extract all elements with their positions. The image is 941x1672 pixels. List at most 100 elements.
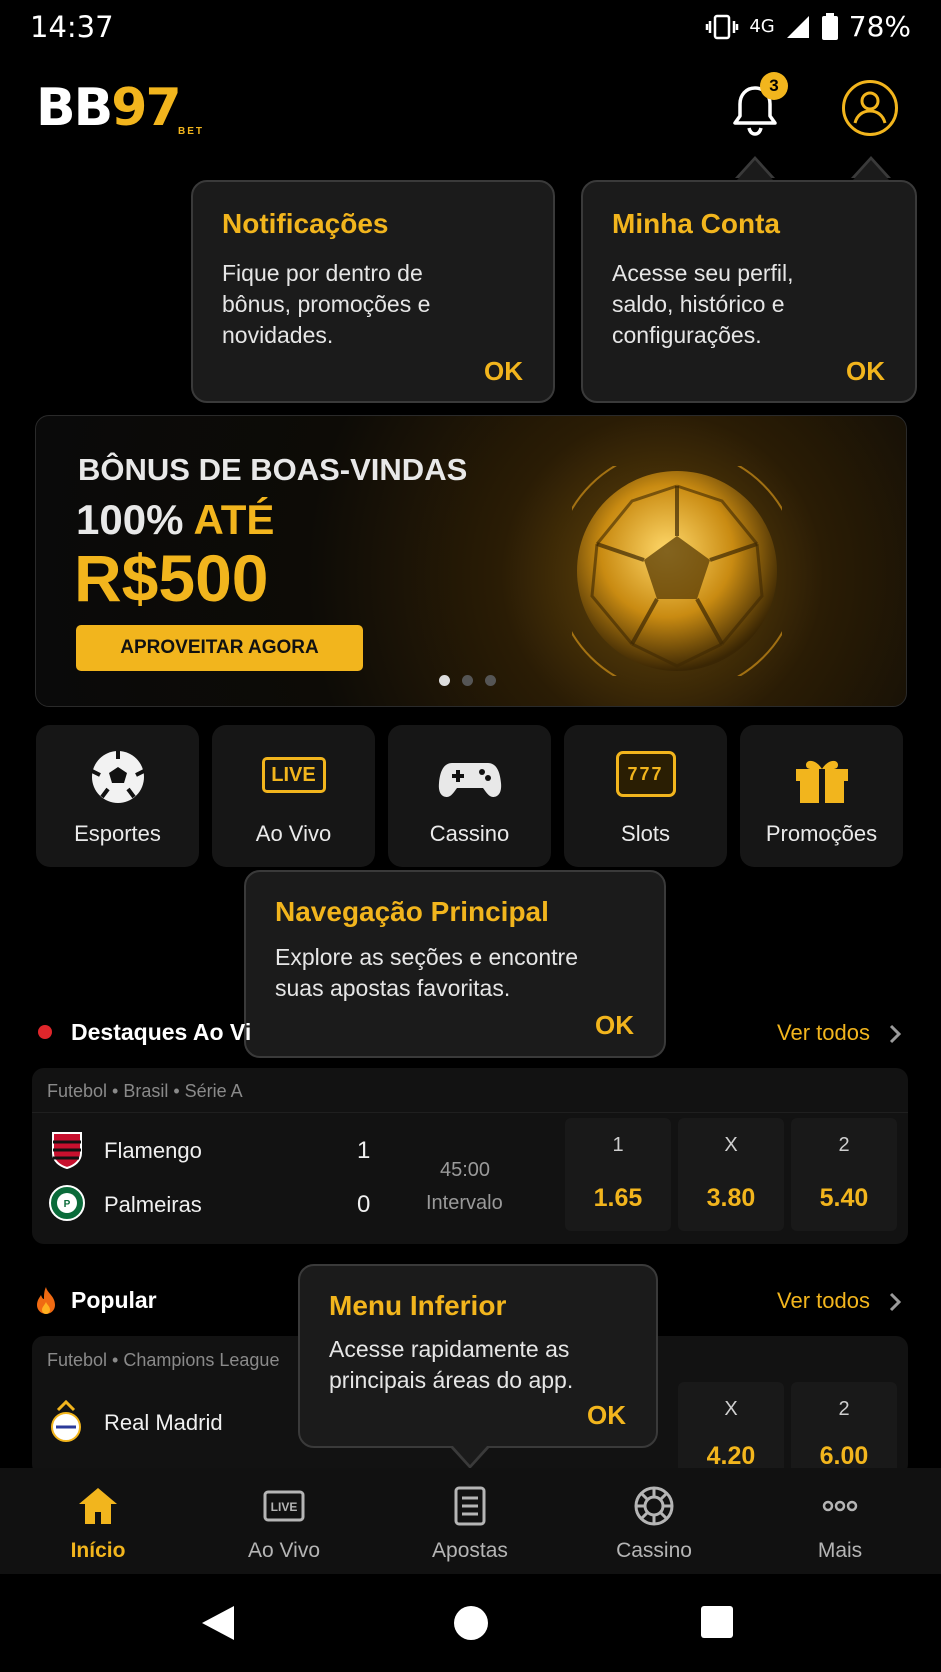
odd-draw-button[interactable]: X 4.20: [678, 1382, 784, 1476]
banner-subheading: 100% ATÉ: [76, 496, 274, 544]
league-label: Futebol • Champions League: [47, 1350, 280, 1370]
soccer-ball-icon: [90, 751, 145, 803]
tooltip-title: Navegação Principal: [275, 896, 549, 927]
match-time: 45:00: [440, 1159, 491, 1181]
battery-percent: 78%: [848, 10, 911, 43]
nav-inicio[interactable]: Início: [38, 1484, 158, 1563]
carousel-dot[interactable]: [462, 675, 473, 686]
bet-slip-icon: [454, 1486, 486, 1526]
odd-label: X: [724, 1134, 738, 1156]
promo-banner[interactable]: BÔNUS DE BOAS-VINDAS 100% ATÉ R$500 APRO…: [35, 415, 907, 707]
tooltip-ok-button[interactable]: OK: [846, 356, 885, 387]
home-score: 1: [357, 1137, 371, 1164]
nav-label: Ao Vivo: [248, 1539, 320, 1562]
brand-logo[interactable]: BB97: [36, 82, 182, 134]
odd-home-button[interactable]: 1 1.65: [565, 1118, 671, 1231]
slot-machine-icon: 777: [615, 751, 676, 797]
league-label: Futebol • Brasil • Série A: [47, 1081, 243, 1101]
logo-bb: BB: [36, 78, 113, 138]
live-tv-icon: LIVE: [263, 1490, 305, 1522]
fire-icon: [37, 1287, 55, 1314]
category-label: Promoções: [765, 821, 878, 846]
odd-draw-button[interactable]: X 3.80: [678, 1118, 784, 1231]
tooltip-line: configurações.: [612, 322, 762, 348]
category-cassino[interactable]: Cassino: [388, 725, 551, 867]
tooltip-line: saldo, histórico e: [612, 291, 785, 317]
banner-upto: ATÉ: [193, 496, 275, 543]
tooltip-line: principais áreas do app.: [329, 1367, 574, 1393]
odd-label: 2: [838, 1398, 850, 1420]
svg-text:LIVE: LIVE: [271, 1500, 298, 1514]
see-all-link[interactable]: Ver todos: [777, 1020, 870, 1046]
nav-mais[interactable]: Mais: [780, 1484, 900, 1563]
nav-label: Apostas: [432, 1539, 508, 1562]
tooltip-line: Acesse seu perfil,: [612, 260, 794, 286]
system-nav-bar: [0, 1574, 941, 1672]
battery-icon: [821, 12, 838, 40]
tooltip-line: suas apostas favoritas.: [275, 975, 511, 1001]
nav-apostas[interactable]: Apostas: [410, 1484, 530, 1563]
casino-chip-icon: [634, 1486, 674, 1526]
category-label: Ao Vivo: [255, 821, 332, 846]
home-team: Flamengo: [104, 1138, 202, 1163]
odd-value: 6.00: [819, 1442, 869, 1470]
tooltip-ok-button[interactable]: OK: [484, 356, 523, 387]
svg-text:P: P: [64, 1199, 71, 1210]
tooltip-bottom-menu: Menu Inferior Acesse rapidamente as prin…: [298, 1264, 658, 1448]
nav-label: Cassino: [616, 1539, 692, 1562]
tooltip-line: bônus, promoções e: [222, 291, 431, 317]
tooltip-account: Minha Conta Acesse seu perfil, saldo, hi…: [581, 180, 917, 403]
category-promocoes[interactable]: Promoções: [740, 725, 903, 867]
tooltip-title: Notificações: [222, 208, 389, 239]
tooltip-notifications: Notificações Fique por dentro de bônus, …: [191, 180, 555, 403]
palmeiras-crest-icon: P: [49, 1185, 85, 1221]
odd-value: 3.80: [706, 1184, 756, 1212]
user-icon: [853, 91, 887, 124]
odd-value: 4.20: [706, 1442, 756, 1470]
match-period: Intervalo: [426, 1192, 503, 1214]
tooltip-ok-button[interactable]: OK: [595, 1010, 634, 1041]
carousel-dot[interactable]: [439, 675, 450, 686]
account-avatar-button[interactable]: [842, 80, 898, 136]
nav-cassino[interactable]: Cassino: [594, 1484, 714, 1563]
back-icon[interactable]: [200, 1604, 236, 1642]
odd-away-button[interactable]: 2 5.40: [791, 1118, 897, 1231]
banner-heading: BÔNUS DE BOAS-VINDAS: [78, 452, 468, 487]
home-circle-icon[interactable]: [453, 1605, 489, 1641]
home-team: Real Madrid: [104, 1410, 223, 1435]
live-match-card[interactable]: Futebol • Brasil • Série A Flamengo 1 P …: [32, 1068, 908, 1244]
carousel-dot[interactable]: [485, 675, 496, 686]
chevron-right-icon[interactable]: [888, 1291, 902, 1313]
tooltip-line: Explore as seções e encontre: [275, 944, 579, 970]
tooltip-pointer-fill: [853, 160, 889, 180]
away-score: 0: [357, 1191, 371, 1218]
odd-label: 2: [838, 1134, 850, 1156]
status-right: 4G 78%: [705, 10, 911, 43]
tooltip-ok-button[interactable]: OK: [587, 1400, 626, 1431]
notification-badge: 3: [760, 72, 788, 100]
banner-percent: 100%: [76, 496, 184, 543]
section-title: Destaques Ao Vi: [71, 1019, 252, 1045]
category-label: Esportes: [74, 821, 161, 846]
tooltip-line: Fique por dentro de: [222, 260, 423, 286]
category-slots[interactable]: 777 Slots: [564, 725, 727, 867]
gamepad-icon: [438, 763, 501, 797]
category-ao-vivo[interactable]: LIVE Ao Vivo: [212, 725, 375, 867]
odd-away-button[interactable]: 2 6.00: [791, 1382, 897, 1476]
soccer-ball-image: [572, 466, 782, 676]
nav-ao-vivo[interactable]: LIVE Ao Vivo: [224, 1484, 344, 1563]
recents-icon[interactable]: [700, 1605, 734, 1639]
chevron-right-icon[interactable]: [888, 1023, 902, 1045]
home-icon: [79, 1488, 117, 1524]
category-esportes[interactable]: Esportes: [36, 725, 199, 867]
see-all-link[interactable]: Ver todos: [777, 1288, 870, 1314]
tooltip-line: Acesse rapidamente as: [329, 1336, 570, 1362]
live-icon: LIVE: [261, 757, 326, 793]
carousel-dots: [439, 675, 496, 686]
odd-label: X: [724, 1398, 738, 1420]
odd-value: 1.65: [593, 1184, 643, 1212]
vibrate-icon: [706, 14, 739, 39]
banner-amount: R$500: [74, 541, 269, 615]
claim-bonus-button[interactable]: APROVEITAR AGORA: [76, 625, 363, 671]
divider: [32, 1112, 908, 1113]
